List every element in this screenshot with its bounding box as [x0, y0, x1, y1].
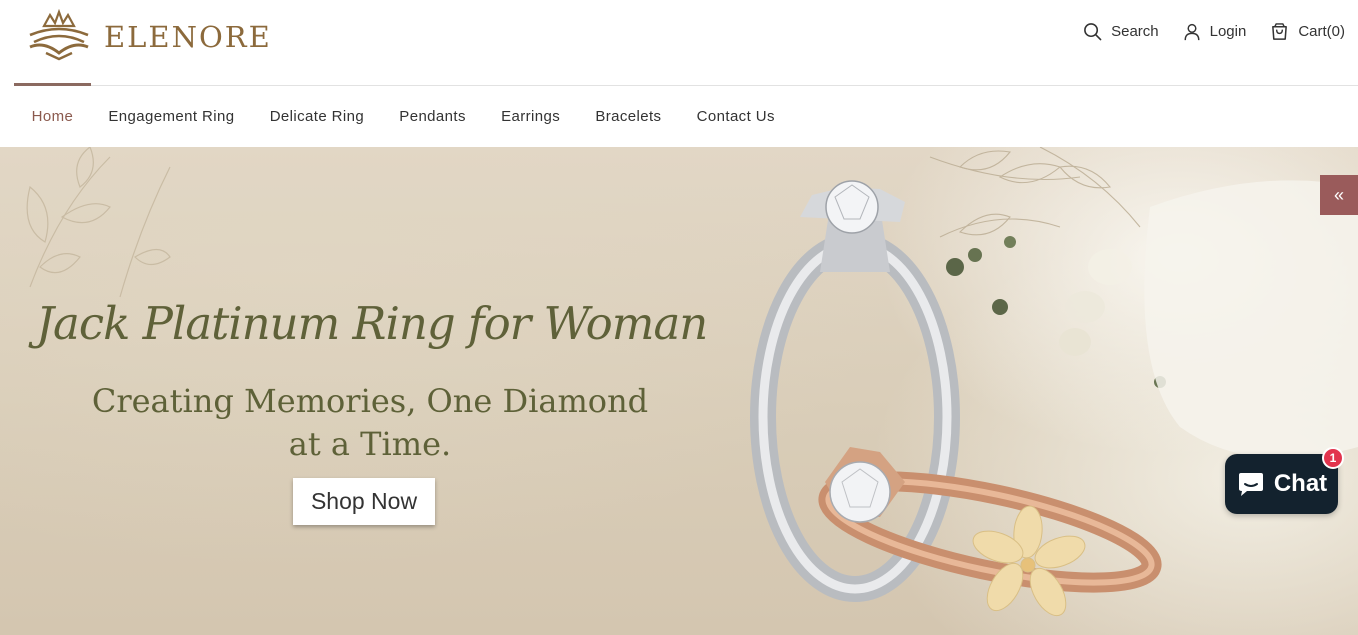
header-actions: Search Login Cart(0) — [1083, 22, 1345, 41]
nav-item-delicate-ring[interactable]: Delicate Ring — [252, 85, 382, 147]
nav-item-earrings[interactable]: Earrings — [483, 85, 577, 147]
hero-title: Jack Platinum Ring for Woman — [36, 297, 708, 350]
fabric-right — [1144, 180, 1358, 459]
cart-icon — [1272, 23, 1288, 40]
nav-item-bracelets[interactable]: Bracelets — [578, 85, 679, 147]
user-icon — [1184, 23, 1200, 40]
hero-subtitle-line-2: at a Time. — [288, 425, 452, 463]
nav-item-pendants[interactable]: Pendants — [382, 85, 484, 147]
hero-subtitle-line-1: Creating Memories, One Diamond — [91, 382, 649, 420]
foliage-right — [929, 147, 1141, 238]
chat-notification-badge: 1 — [1322, 447, 1344, 469]
chat-label: Chat — [1273, 470, 1328, 497]
baby-breath-flowers — [946, 236, 1166, 388]
crown-wave-logo-icon — [29, 9, 89, 61]
site-header: ELENORE Search Login Cart(0) — [0, 0, 1358, 85]
login-button[interactable]: Login — [1183, 23, 1247, 41]
shop-now-button[interactable]: Shop Now — [293, 478, 435, 525]
cart-label: Cart(0) — [1298, 23, 1345, 40]
double-chevron-left-icon: « — [1333, 184, 1344, 205]
search-icon — [1084, 23, 1102, 41]
nav-item-engagement-ring[interactable]: Engagement Ring — [91, 85, 252, 147]
search-label: Search — [1111, 23, 1159, 40]
main-navigation: Home Engagement Ring Delicate Ring Penda… — [14, 83, 792, 147]
hero-subtitle: Creating Memories, One Diamond at a Time… — [20, 380, 720, 466]
search-button[interactable]: Search — [1083, 22, 1159, 41]
leaf-lineart-left — [26, 147, 171, 298]
cart-button[interactable]: Cart(0) — [1270, 22, 1345, 41]
chat-bubble-icon — [1238, 473, 1263, 496]
brand-logo[interactable]: ELENORE — [26, 9, 272, 61]
nav-item-contact-us[interactable]: Contact Us — [679, 85, 792, 147]
login-label: Login — [1209, 23, 1247, 40]
side-panel-toggle[interactable]: « — [1320, 175, 1358, 215]
hero-banner: Jack Platinum Ring for Woman Creating Me… — [0, 147, 1358, 635]
chat-button[interactable]: Chat — [1225, 454, 1338, 514]
brand-name: ELENORE — [104, 20, 272, 54]
nav-item-home[interactable]: Home — [14, 83, 91, 147]
